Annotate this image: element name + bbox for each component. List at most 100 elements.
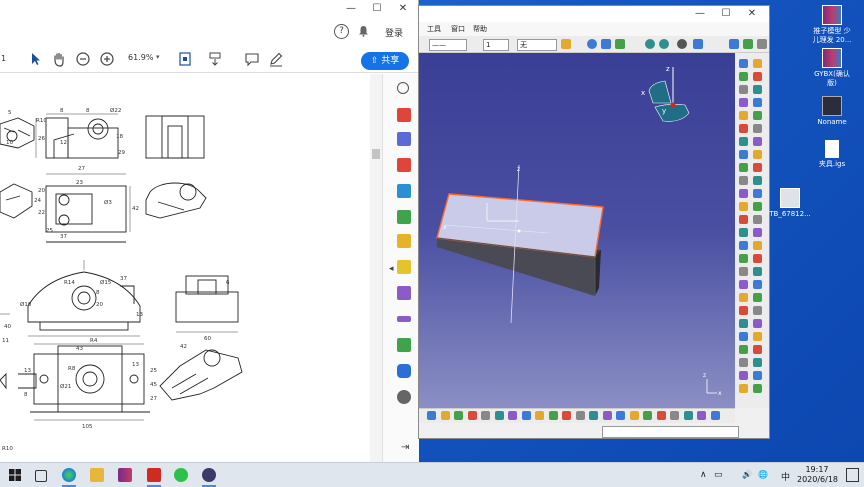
bell-icon[interactable] (358, 25, 369, 37)
catia-tool-icon[interactable] (753, 202, 762, 211)
catia-tool-icon[interactable] (753, 306, 762, 315)
panel-collapse-icon[interactable]: ◂ (389, 264, 394, 274)
measure-icon[interactable] (397, 316, 411, 322)
catia-tool-icon[interactable] (508, 411, 517, 420)
catia-tool-icon[interactable] (739, 319, 748, 328)
render-icon[interactable] (743, 39, 753, 49)
panel-expand-icon[interactable]: ⇥ (401, 442, 409, 453)
catia-tool-icon[interactable] (739, 332, 748, 341)
search-icon[interactable] (397, 82, 409, 94)
pdf-vertical-scrollbar[interactable] (370, 74, 382, 462)
login-link[interactable]: 登录 (385, 26, 403, 39)
catia-tool-icon[interactable] (739, 176, 748, 185)
catia-tool-icon[interactable] (739, 72, 748, 81)
catia-tool-icon[interactable] (535, 411, 544, 420)
catia-tool-icon[interactable] (739, 267, 748, 276)
catia-tool-icon[interactable] (739, 228, 748, 237)
catia-tool-icon[interactable] (454, 411, 463, 420)
catia-tool-icon[interactable] (739, 371, 748, 380)
paint-icon[interactable] (561, 39, 571, 49)
task-view-icon[interactable] (35, 470, 47, 482)
clock[interactable]: 19:17 2020/6/18 (797, 465, 838, 485)
catia-tool-icon[interactable] (616, 411, 625, 420)
start-button[interactable] (9, 469, 21, 481)
catia-tool-icon[interactable] (739, 215, 748, 224)
catia-tool-icon[interactable] (629, 411, 639, 420)
menu-help[interactable]: 帮助 (473, 24, 487, 34)
wechat-icon[interactable] (174, 468, 188, 482)
edge-icon[interactable] (62, 468, 76, 482)
volume-icon[interactable]: 🔊 (742, 470, 752, 479)
catia-tool-icon[interactable] (753, 150, 762, 159)
catia-tool-icon[interactable] (753, 254, 762, 263)
hand-icon[interactable] (51, 51, 67, 67)
catia-tool-icon[interactable] (753, 358, 762, 367)
page-number[interactable]: 1 (1, 54, 6, 63)
catia-tool-icon[interactable] (739, 254, 748, 263)
compass-icon[interactable]: z x y (641, 65, 690, 122)
arc-icon[interactable] (587, 39, 597, 49)
catia-tool-icon[interactable] (753, 345, 762, 354)
plate-part[interactable]: z x (436, 164, 604, 324)
catia-tool-icon[interactable] (739, 384, 748, 393)
network-icon[interactable]: 🌐 (758, 470, 768, 479)
zoom-dropdown-icon[interactable]: ▾ (156, 53, 160, 61)
view-icon[interactable] (693, 39, 703, 49)
catia-tool-icon[interactable] (753, 293, 762, 302)
catia-maximize-button[interactable]: ☐ (715, 7, 737, 21)
help-button[interactable]: ? (334, 24, 349, 39)
fit-page-icon[interactable] (177, 51, 193, 67)
catia-tool-icon[interactable] (753, 59, 762, 68)
ime-indicator[interactable]: 中 (781, 470, 790, 483)
menu-window[interactable]: 窗口 (451, 24, 465, 34)
share-export-icon[interactable] (397, 184, 411, 198)
catia-tool-icon[interactable] (683, 411, 693, 420)
catia-tool-icon[interactable] (739, 358, 748, 367)
scroll-mode-icon[interactable] (207, 51, 223, 67)
pdf-document-page[interactable]: 5 10 R10 Ø22 8 8 26 12 18 29 27 23 24 42… (0, 74, 370, 462)
catia-tool-icon[interactable] (753, 124, 762, 133)
catia-tool-icon[interactable] (753, 137, 762, 146)
catia-tool-icon[interactable] (753, 241, 762, 250)
desktop-icon[interactable]: Noname (810, 96, 854, 127)
minimize-button[interactable]: — (340, 2, 362, 16)
catia-tool-icon[interactable] (739, 150, 748, 159)
catia-minimize-button[interactable]: — (689, 7, 711, 21)
desktop-icon[interactable]: 推子模型 少儿理发 20... (810, 5, 854, 45)
catia-tool-icon[interactable] (739, 85, 748, 94)
edit-pdf-icon[interactable] (397, 234, 411, 248)
catia-close-button[interactable]: ✕ (741, 7, 763, 21)
catia-tool-icon[interactable] (753, 384, 762, 393)
catia-tool-icon[interactable] (697, 411, 706, 420)
catia-tool-icon[interactable] (753, 189, 762, 198)
winrar-icon[interactable] (118, 468, 132, 482)
catia-tool-icon[interactable] (753, 98, 762, 107)
rotate-icon[interactable] (677, 39, 687, 49)
catia-tool-icon[interactable] (521, 411, 531, 420)
catia-tool-icon[interactable] (753, 215, 762, 224)
desktop-icon[interactable]: TB_67812... (768, 188, 812, 219)
fit-all-icon[interactable] (659, 39, 669, 49)
zoom-view-icon[interactable] (645, 39, 655, 49)
file-explorer-icon[interactable] (90, 468, 104, 482)
catia-tool-icon[interactable] (575, 411, 585, 420)
export-pdf-icon[interactable] (397, 108, 411, 122)
catia-command-input[interactable] (602, 426, 739, 438)
catia-tool-icon[interactable] (739, 98, 748, 107)
tray-overflow-icon[interactable]: ∧ (700, 470, 707, 480)
hide-show-icon[interactable] (757, 39, 767, 49)
scrollbar-thumb[interactable] (372, 149, 380, 159)
line-weight-combo[interactable]: 1 (483, 39, 509, 51)
select-arrow-icon[interactable] (27, 51, 43, 67)
acrobat-icon[interactable] (147, 468, 161, 482)
zoom-out-icon[interactable] (75, 51, 91, 67)
catia-tool-icon[interactable] (739, 293, 748, 302)
catia-tool-icon[interactable] (427, 411, 436, 420)
fill-sign-icon[interactable] (397, 286, 411, 300)
catia-tool-icon[interactable] (753, 85, 762, 94)
menu-tools[interactable]: 工具 (427, 24, 441, 34)
print-icon[interactable] (397, 338, 411, 352)
zoom-in-icon[interactable] (99, 51, 115, 67)
catia-tool-icon[interactable] (739, 124, 748, 133)
iso-view-icon[interactable] (729, 39, 739, 49)
